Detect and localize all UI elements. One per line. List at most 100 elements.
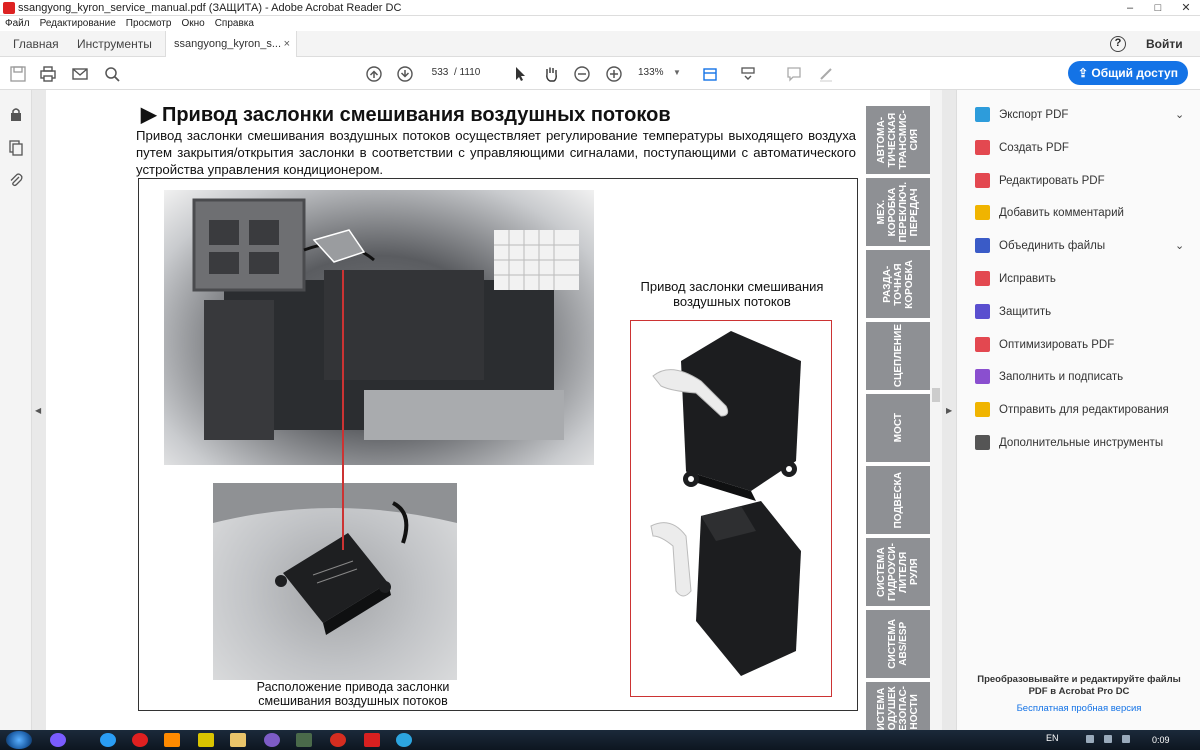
tool-label: Отправить для редактирования bbox=[999, 404, 1169, 417]
tool-item[interactable]: Оптимизировать PDF bbox=[975, 335, 1195, 355]
comment-tool-icon[interactable] bbox=[784, 64, 804, 84]
expand-chevron-icon[interactable]: ⌄ bbox=[1175, 105, 1184, 125]
section-tab-clutch[interactable]: СЦЕПЛЕНИЕ bbox=[866, 322, 930, 390]
input-language[interactable]: EN bbox=[1046, 733, 1059, 743]
media-player-icon[interactable] bbox=[198, 733, 214, 747]
tab-document[interactable]: ssangyong_kyron_s... × bbox=[165, 31, 297, 58]
photo-viewer-icon[interactable] bbox=[296, 733, 312, 747]
actuator-photo-frame bbox=[630, 320, 832, 697]
hand-tool-icon[interactable] bbox=[541, 64, 561, 84]
tool-item[interactable]: Исправить bbox=[975, 269, 1195, 289]
maximize-button[interactable]: □ bbox=[1144, 0, 1172, 16]
tool-item[interactable]: Отправить для редактирования bbox=[975, 400, 1195, 420]
select-cursor-icon[interactable] bbox=[510, 64, 530, 84]
scrollbar-thumb[interactable] bbox=[932, 388, 940, 402]
page-thumbnails-icon[interactable] bbox=[8, 140, 24, 156]
zoom-out-icon[interactable] bbox=[572, 64, 592, 84]
tool-item[interactable]: Дополнительные инструменты bbox=[975, 433, 1195, 453]
section-tab-label: СЦЕПЛЕНИЕ bbox=[892, 324, 904, 388]
section-tab-transfer-case[interactable]: РАЗДА- ТОЧНАЯ КОРОБКА bbox=[866, 250, 930, 318]
ie-browser-icon[interactable] bbox=[100, 733, 116, 747]
section-tab-manual-gearbox[interactable]: МЕХ. КОРОБКА ПЕРЕКЛЮЧ. ПЕРЕДАЧ bbox=[866, 178, 930, 246]
tool-item[interactable]: Защитить bbox=[975, 302, 1195, 322]
tool-item[interactable]: Экспорт PDF ⌄ bbox=[975, 105, 1195, 125]
export-pdf-icon bbox=[975, 107, 990, 122]
page-fit-icon[interactable] bbox=[700, 64, 720, 84]
tool-label: Исправить bbox=[999, 273, 1056, 285]
print-icon[interactable] bbox=[38, 64, 58, 84]
menu-window[interactable]: Окно bbox=[176, 16, 209, 31]
search-icon[interactable] bbox=[102, 64, 122, 84]
section-tab-label: СИСТЕМА ПОДУШЕК БЕЗОПАС- НОСТИ bbox=[876, 685, 920, 730]
expand-chevron-icon[interactable]: ⌄ bbox=[1175, 236, 1184, 256]
section-tab-label: РАЗДА- ТОЧНАЯ КОРОБКА bbox=[881, 259, 915, 309]
next-page-icon[interactable] bbox=[395, 64, 415, 84]
help-icon[interactable]: ? bbox=[1110, 36, 1126, 52]
share-button[interactable]: ⇪ Общий доступ bbox=[1068, 61, 1188, 85]
save-icon[interactable] bbox=[8, 64, 28, 84]
firefox-icon[interactable] bbox=[164, 733, 180, 747]
section-tab-power-steering[interactable]: СИСТЕМА ГИДРОУСИ- ЛИТЕЛЯ РУЛЯ bbox=[866, 538, 930, 606]
tab-tools[interactable]: Инструменты bbox=[77, 31, 152, 57]
close-window-button[interactable]: ✕ bbox=[1172, 0, 1200, 16]
actuator-caption: Привод заслонки смешивания воздушных пот… bbox=[640, 279, 824, 309]
section-tab-airbags[interactable]: СИСТЕМА ПОДУШЕК БЕЗОПАС- НОСТИ bbox=[866, 682, 930, 730]
email-icon[interactable] bbox=[70, 64, 90, 84]
previous-page-icon[interactable] bbox=[364, 64, 384, 84]
free-trial-link[interactable]: Бесплатная пробная версия bbox=[967, 703, 1191, 714]
telegram-icon[interactable] bbox=[396, 733, 412, 747]
zoom-dropdown-icon[interactable]: ▼ bbox=[673, 64, 681, 82]
section-tab-label: МЕХ. КОРОБКА ПЕРЕКЛЮЧ. ПЕРЕДАЧ bbox=[876, 181, 920, 243]
yandex-browser-icon[interactable] bbox=[330, 733, 346, 747]
document-scrollbar[interactable] bbox=[930, 90, 942, 730]
share-icon: ⇪ bbox=[1078, 66, 1092, 80]
close-tab-icon[interactable]: × bbox=[284, 31, 290, 57]
tool-item[interactable]: Заполнить и подписать bbox=[975, 367, 1195, 387]
section-tab-abs-esp[interactable]: СИСТЕМА ABS/ESP bbox=[866, 610, 930, 678]
fix-icon bbox=[975, 271, 990, 286]
taskbar-app-icon[interactable] bbox=[50, 733, 66, 747]
minimize-button[interactable]: – bbox=[1116, 0, 1144, 16]
right-panel-toggle[interactable]: ▶ bbox=[942, 90, 956, 730]
zoom-level-select[interactable]: 133% bbox=[638, 64, 664, 82]
tray-flag-icon[interactable] bbox=[1086, 735, 1094, 743]
menu-file[interactable]: Файл bbox=[0, 16, 35, 31]
combine-files-icon bbox=[975, 238, 990, 254]
section-tab-axle[interactable]: МОСТ bbox=[866, 394, 930, 462]
menu-edit[interactable]: Редактирование bbox=[35, 16, 121, 31]
menu-view[interactable]: Просмотр bbox=[121, 16, 177, 31]
hvac-unit-photo bbox=[164, 190, 594, 465]
more-tools-icon bbox=[975, 435, 990, 450]
acrobat-taskbar-icon[interactable] bbox=[364, 733, 380, 747]
login-button[interactable]: Войти bbox=[1146, 31, 1183, 57]
window-titlebar: ssangyong_kyron_service_manual.pdf (ЗАЩИ… bbox=[0, 0, 1200, 16]
lock-icon[interactable] bbox=[8, 106, 24, 122]
clock[interactable]: 0:09 bbox=[1152, 735, 1170, 745]
network-icon[interactable] bbox=[1104, 735, 1112, 743]
volume-icon[interactable] bbox=[1122, 735, 1130, 743]
page-number-input[interactable]: 533 bbox=[428, 64, 452, 82]
zoom-in-icon[interactable] bbox=[604, 64, 624, 84]
menu-help[interactable]: Справка bbox=[210, 16, 259, 31]
viber-icon[interactable] bbox=[264, 733, 280, 747]
highlight-pen-icon[interactable] bbox=[816, 64, 836, 84]
main-toolbar bbox=[0, 57, 1200, 90]
start-button[interactable] bbox=[6, 731, 32, 749]
file-explorer-icon[interactable] bbox=[230, 733, 246, 747]
protect-icon bbox=[975, 303, 990, 319]
acrobat-app-icon bbox=[3, 2, 15, 14]
section-tab-suspension[interactable]: ПОДВЕСКА bbox=[866, 466, 930, 534]
attachment-icon[interactable] bbox=[8, 172, 24, 188]
tool-item[interactable]: Объединить файлы ⌄ bbox=[975, 236, 1195, 256]
tool-item[interactable]: Добавить комментарий bbox=[975, 203, 1195, 223]
section-tab-automatic-transmission[interactable]: АВТОМА- ТИЧЕСКАЯ ТРАНСМИС- СИЯ bbox=[866, 106, 930, 174]
left-panel-toggle[interactable]: ◀ bbox=[32, 90, 46, 730]
share-label: Общий доступ bbox=[1091, 66, 1178, 80]
tool-item[interactable]: Редактировать PDF bbox=[975, 171, 1195, 191]
opera-browser-icon[interactable] bbox=[132, 733, 148, 747]
tool-item[interactable]: Создать PDF bbox=[975, 138, 1195, 158]
scroll-mode-icon[interactable] bbox=[738, 64, 758, 84]
tool-label: Заполнить и подписать bbox=[999, 371, 1124, 384]
tab-home[interactable]: Главная bbox=[13, 31, 59, 57]
page-total: / 1110 bbox=[454, 67, 481, 78]
